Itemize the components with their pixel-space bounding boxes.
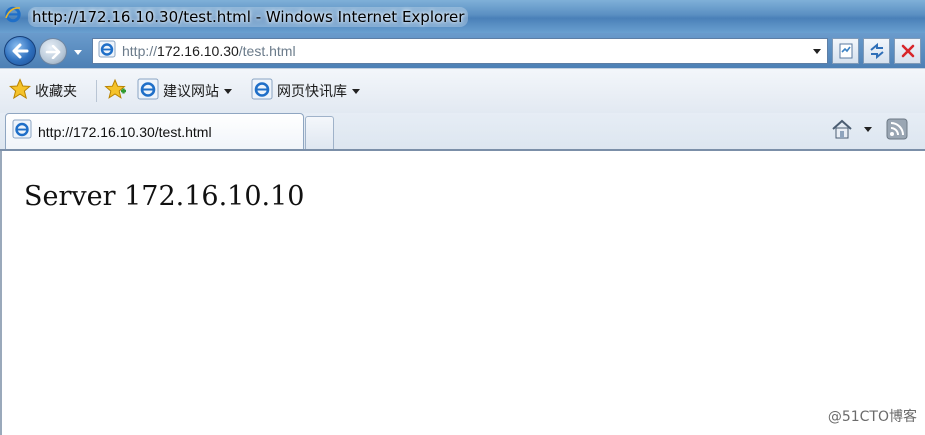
history-dropdown-button[interactable]: [70, 45, 86, 59]
navigation-bar: http://172.16.10.30/test.html: [0, 33, 925, 68]
page-body-text: Server 172.16.10.10: [24, 181, 305, 212]
refresh-button[interactable]: [863, 38, 890, 64]
web-slice-gallery-button[interactable]: 网页快讯库: [251, 78, 360, 105]
back-button[interactable]: [4, 36, 36, 66]
title-bar: http://172.16.10.30/test.html - Windows …: [0, 0, 925, 33]
compatibility-view-button[interactable]: [832, 38, 859, 64]
watermark: @51CTO博客: [827, 409, 917, 425]
url-host: 172.16.10.30: [157, 43, 239, 59]
ie-page-icon: [251, 78, 273, 105]
window-title: http://172.16.10.30/test.html - Windows …: [28, 6, 469, 27]
stop-button[interactable]: [894, 38, 921, 64]
chevron-down-icon: [864, 126, 872, 132]
favorites-label: 收藏夹: [35, 84, 77, 100]
arrow-left-icon: [12, 43, 29, 59]
chevron-down-icon: [813, 48, 821, 54]
url-prefix: http://: [122, 43, 158, 59]
add-favorite-star-icon: [104, 78, 128, 105]
rss-feed-icon: [886, 118, 908, 140]
tab-active[interactable]: http://172.16.10.30/test.html: [5, 113, 304, 149]
address-dropdown-button[interactable]: [810, 44, 824, 58]
tab-label: http://172.16.10.30/test.html: [38, 123, 212, 140]
compatibility-view-icon: [839, 43, 852, 59]
suggested-sites-label: 建议网站: [163, 84, 219, 100]
forward-button[interactable]: [39, 38, 67, 65]
feeds-button[interactable]: [886, 118, 908, 140]
home-button[interactable]: [830, 118, 872, 140]
chevron-down-icon: [224, 88, 232, 94]
ie-logo-icon: [12, 119, 32, 144]
chevron-down-icon: [352, 88, 360, 94]
web-slice-gallery-label: 网页快讯库: [277, 84, 347, 100]
home-icon: [832, 119, 852, 139]
star-icon: [8, 77, 32, 105]
toolbar-separator: [96, 80, 97, 102]
favorites-bar: 收藏夹 建议网站 网页快讯库: [0, 68, 925, 113]
suggested-sites-button[interactable]: 建议网站: [137, 78, 232, 105]
page-content: Server 172.16.10.10: [0, 151, 925, 435]
arrow-right-icon: [45, 44, 61, 59]
ie-page-icon: [137, 78, 159, 105]
close-icon: [901, 44, 914, 58]
chevron-down-icon: [74, 49, 82, 55]
favorites-button[interactable]: 收藏夹: [8, 77, 77, 105]
ie-logo-icon: [4, 5, 22, 28]
url-path: /test.html: [238, 43, 296, 59]
address-bar[interactable]: http://172.16.10.30/test.html: [92, 38, 828, 64]
new-tab-button[interactable]: [305, 116, 334, 149]
refresh-icon: [869, 42, 884, 60]
add-to-favorites-button[interactable]: [104, 78, 128, 105]
ie-page-icon: [98, 40, 116, 63]
tab-bar: http://172.16.10.30/test.html: [0, 113, 925, 149]
address-url[interactable]: http://172.16.10.30/test.html: [122, 43, 296, 59]
